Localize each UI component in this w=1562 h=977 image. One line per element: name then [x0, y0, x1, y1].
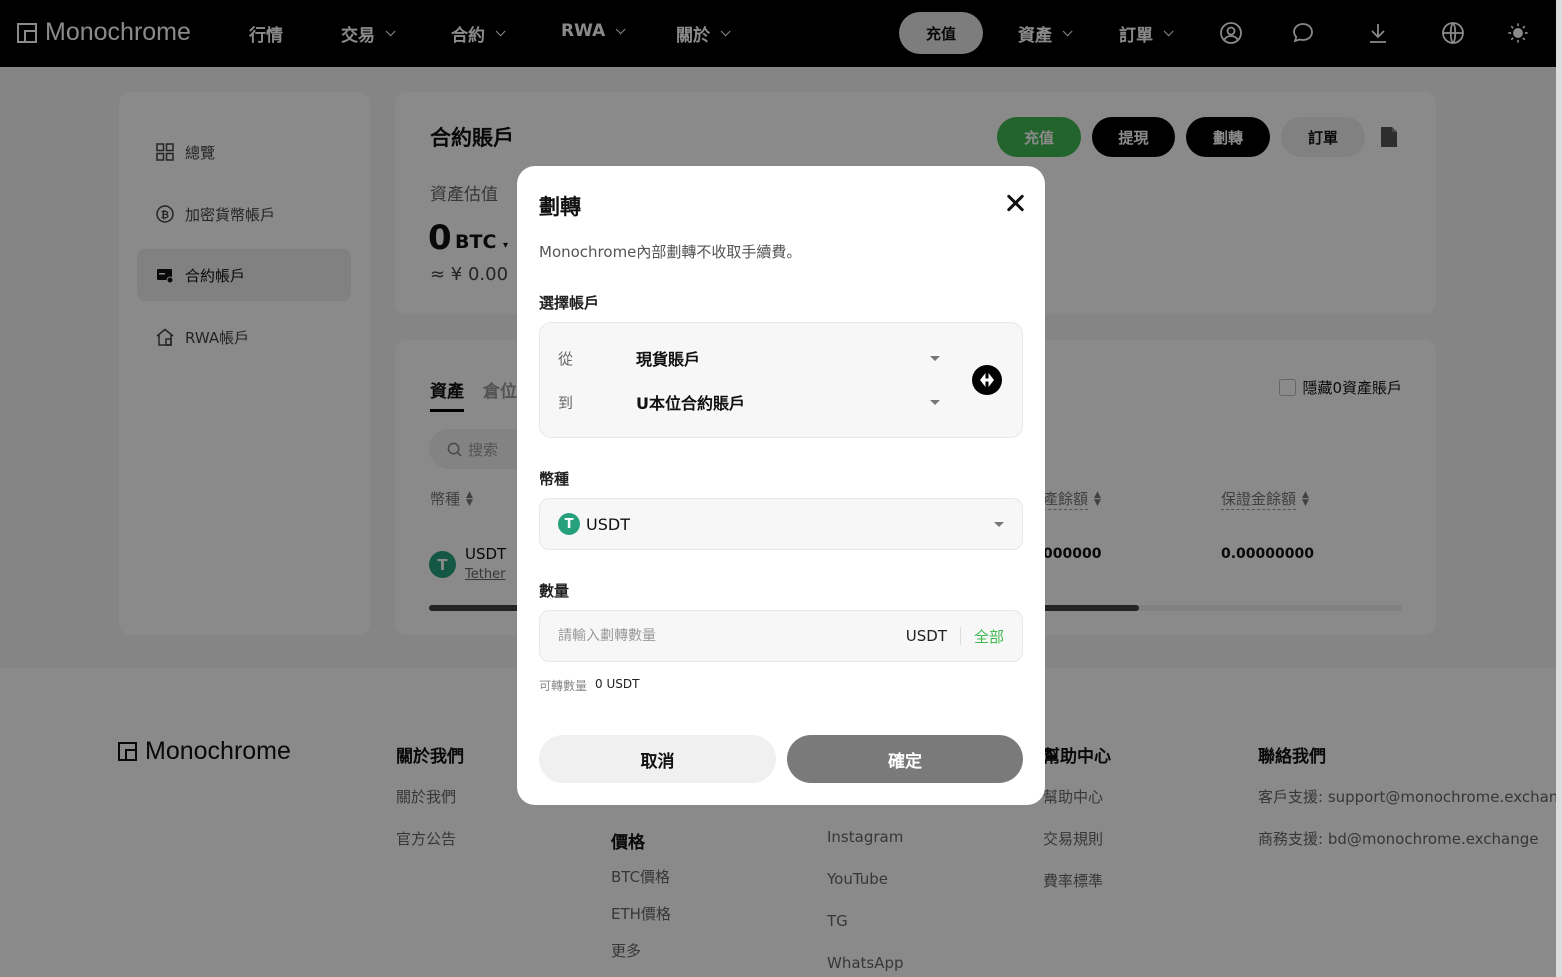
currency-label: 幣種 — [539, 470, 570, 488]
select-account-label: 選擇帳戶 — [539, 294, 600, 312]
from-value: 現貨賬戶 — [636, 350, 701, 369]
to-value: U本位合約賬戶 — [636, 394, 745, 413]
available-amount: 可轉數量 0 USDT — [539, 677, 639, 694]
swap-icon — [980, 373, 994, 387]
tether-icon: T — [558, 513, 580, 535]
cancel-button[interactable]: 取消 — [539, 735, 776, 783]
available-value: 0 USDT — [595, 677, 640, 691]
page-scrollbar[interactable] — [1556, 0, 1562, 977]
to-account-select[interactable]: 到 U本位合約賬戶 — [558, 387, 940, 417]
caret-down-icon — [930, 399, 940, 405]
modal-title: 劃轉 — [539, 195, 581, 219]
from-label: 從 — [558, 349, 574, 368]
amount-input[interactable] — [558, 628, 906, 644]
amount-field: USDT 全部 — [539, 610, 1023, 662]
currency-value: USDT — [586, 514, 630, 534]
caret-down-icon — [930, 355, 940, 361]
amount-label: 數量 — [539, 582, 570, 600]
close-icon[interactable] — [1004, 192, 1026, 214]
all-amount-button[interactable]: 全部 — [961, 626, 1004, 647]
transfer-modal: 劃轉 Monochrome內部劃轉不收取手續費。 選擇帳戶 從 現貨賬戶 到 U… — [517, 166, 1045, 805]
confirm-button[interactable]: 確定 — [787, 735, 1023, 783]
swap-accounts-button[interactable] — [972, 365, 1002, 395]
from-account-select[interactable]: 從 現貨賬戶 — [558, 343, 940, 373]
account-selector: 從 現貨賬戶 到 U本位合約賬戶 — [539, 322, 1023, 438]
modal-description: Monochrome內部劃轉不收取手續費。 — [539, 243, 802, 261]
amount-unit: USDT — [906, 627, 961, 645]
currency-select[interactable]: T USDT — [539, 498, 1023, 550]
caret-down-icon — [994, 521, 1004, 527]
available-label: 可轉數量 — [539, 679, 588, 693]
to-label: 到 — [558, 393, 574, 412]
